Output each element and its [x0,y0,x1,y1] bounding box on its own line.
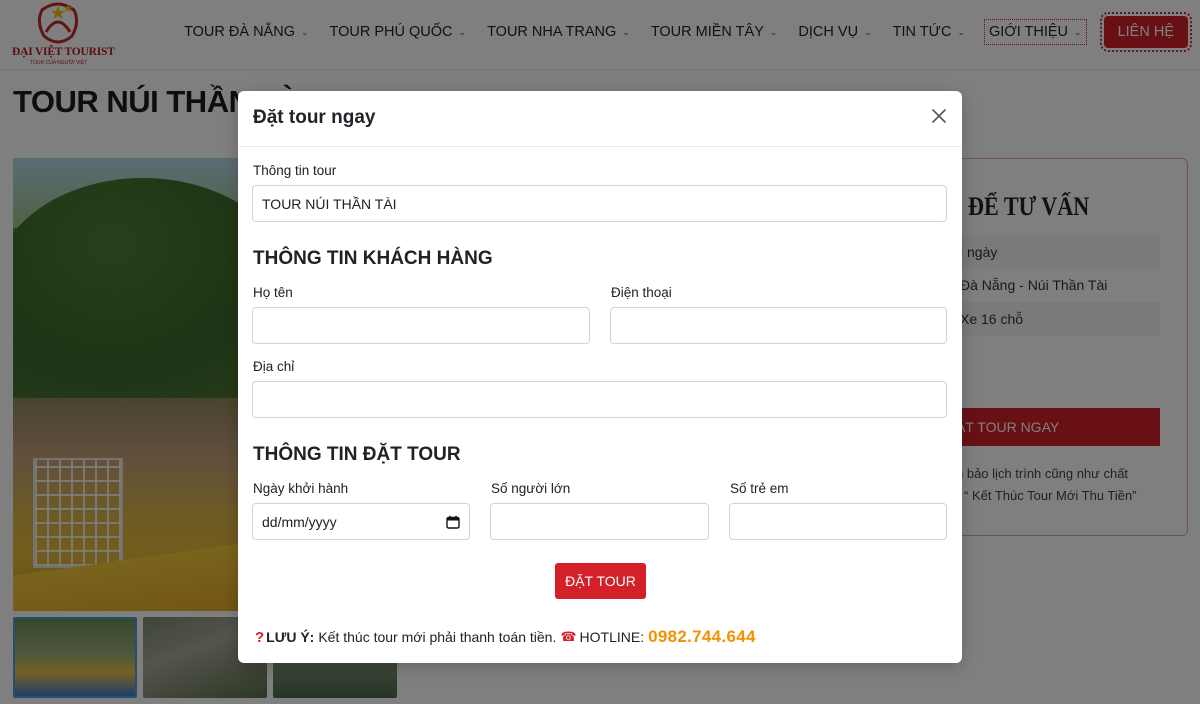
hotline-label: HOTLINE: [579,629,645,645]
children-label: Số trẻ em [730,481,789,496]
modal-header: Đặt tour ngay [238,91,962,147]
phone-input[interactable] [610,307,947,344]
tour-info-field[interactable] [252,185,947,222]
departure-date-input[interactable]: dd/mm/yyyy [252,503,470,540]
name-label: Họ tên [253,285,293,300]
calendar-icon[interactable] [446,515,460,529]
address-label: Địa chỉ [253,359,295,374]
name-input[interactable] [252,307,590,344]
phone-label: Điện thoại [611,285,672,300]
modal-title: Đặt tour ngay [253,107,376,128]
note-prefix: LƯU Ý: [266,629,315,645]
note-text: Kết thúc tour mới phải thanh toán tiền. [318,629,557,645]
departure-date-label: Ngày khởi hành [253,481,349,496]
payment-note: ? LƯU Ý: Kết thúc tour mới phải thanh to… [255,627,756,647]
close-icon[interactable] [928,105,950,127]
book-tour-button[interactable]: ĐẶT TOUR [555,563,646,599]
children-input[interactable] [729,503,947,540]
question-mark-icon: ? [255,628,265,646]
adults-label: Số người lớn [491,481,571,496]
hotline-number[interactable]: 0982.744.644 [648,627,756,647]
tour-info-label: Thông tin tour [253,163,337,178]
customer-section-heading: THÔNG TIN KHÁCH HÀNG [253,248,493,269]
phone-icon: ☎ [560,629,577,644]
adults-input[interactable] [490,503,709,540]
date-placeholder: dd/mm/yyyy [262,513,337,530]
address-input[interactable] [252,381,947,418]
booking-modal: Đặt tour ngay Thông tin tour THÔNG TIN K… [238,91,962,663]
booking-section-heading: THÔNG TIN ĐẶT TOUR [253,444,461,465]
